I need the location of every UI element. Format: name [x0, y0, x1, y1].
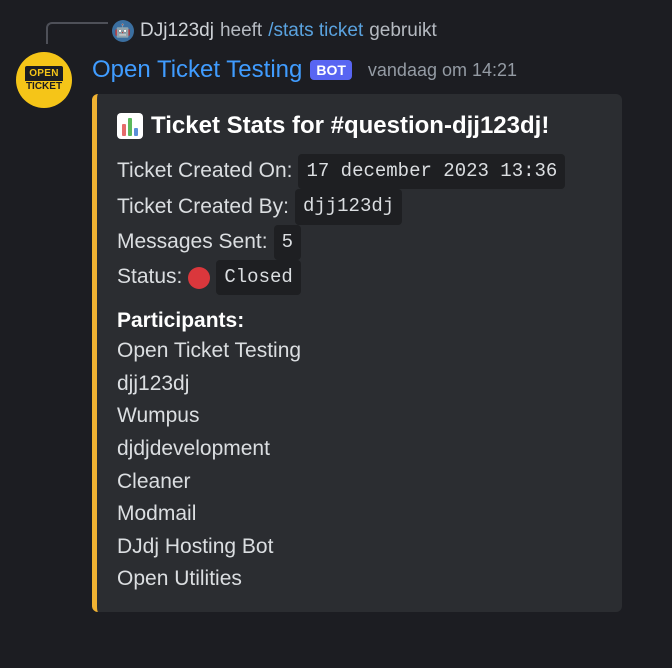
bot-username[interactable]: Open Ticket Testing	[92, 56, 302, 84]
reply-suffix: gebruikt	[369, 20, 437, 42]
participants-header: Participants:	[117, 309, 602, 333]
message-header: Open Ticket Testing BOT vandaag om 14:21	[92, 56, 656, 84]
reply-command[interactable]: /stats ticket	[268, 20, 363, 42]
participant-item: Cleaner	[117, 466, 602, 499]
participant-item: Open Ticket Testing	[117, 335, 602, 368]
embed-title: Ticket Stats for #question-djj123dj!	[117, 112, 602, 140]
reply-username[interactable]: DJj123dj	[140, 20, 214, 42]
bot-avatar[interactable]: OPEN TICKET	[16, 52, 72, 108]
reply-avatar: 🤖	[112, 20, 134, 42]
created-by-label: Ticket Created By:	[117, 190, 289, 225]
avatar-text-top: OPEN	[25, 66, 63, 81]
participant-item: Modmail	[117, 498, 602, 531]
created-by-value: djj123dj	[295, 189, 402, 224]
messages-value: 5	[274, 225, 301, 260]
embed-card: Ticket Stats for #question-djj123dj! Tic…	[92, 94, 622, 612]
avatar-text-bottom: TICKET	[23, 81, 65, 94]
field-created-by: Ticket Created By: djj123dj	[117, 189, 602, 224]
message-timestamp: vandaag om 14:21	[368, 60, 517, 81]
participant-item: djdjdevelopment	[117, 433, 602, 466]
participant-item: Wumpus	[117, 400, 602, 433]
embed-title-text: Ticket Stats for #question-djj123dj!	[151, 112, 549, 140]
created-on-label: Ticket Created On:	[117, 154, 292, 189]
field-messages: Messages Sent: 5	[117, 225, 602, 260]
participant-item: djj123dj	[117, 368, 602, 401]
messages-label: Messages Sent:	[117, 225, 268, 260]
field-status: Status: Closed	[117, 260, 602, 295]
created-on-value: 17 december 2023 13:36	[298, 154, 565, 189]
field-created-on: Ticket Created On: 17 december 2023 13:3…	[117, 154, 602, 189]
reply-verb: heeft	[220, 20, 262, 42]
reply-context[interactable]: 🤖 DJj123dj heeft /stats ticket gebruikt	[112, 16, 656, 46]
discord-message: 🤖 DJj123dj heeft /stats ticket gebruikt …	[0, 0, 672, 612]
red-circle-icon	[188, 267, 210, 289]
bar-chart-icon	[117, 113, 143, 139]
reply-spine	[46, 22, 108, 44]
participant-item: DJdj Hosting Bot	[117, 531, 602, 564]
participants-list: Open Ticket Testingdjj123djWumpusdjdjdev…	[117, 335, 602, 595]
status-label: Status:	[117, 260, 182, 295]
bot-tag: BOT	[310, 60, 352, 80]
participant-item: Open Utilities	[117, 563, 602, 596]
status-value: Closed	[216, 260, 300, 295]
